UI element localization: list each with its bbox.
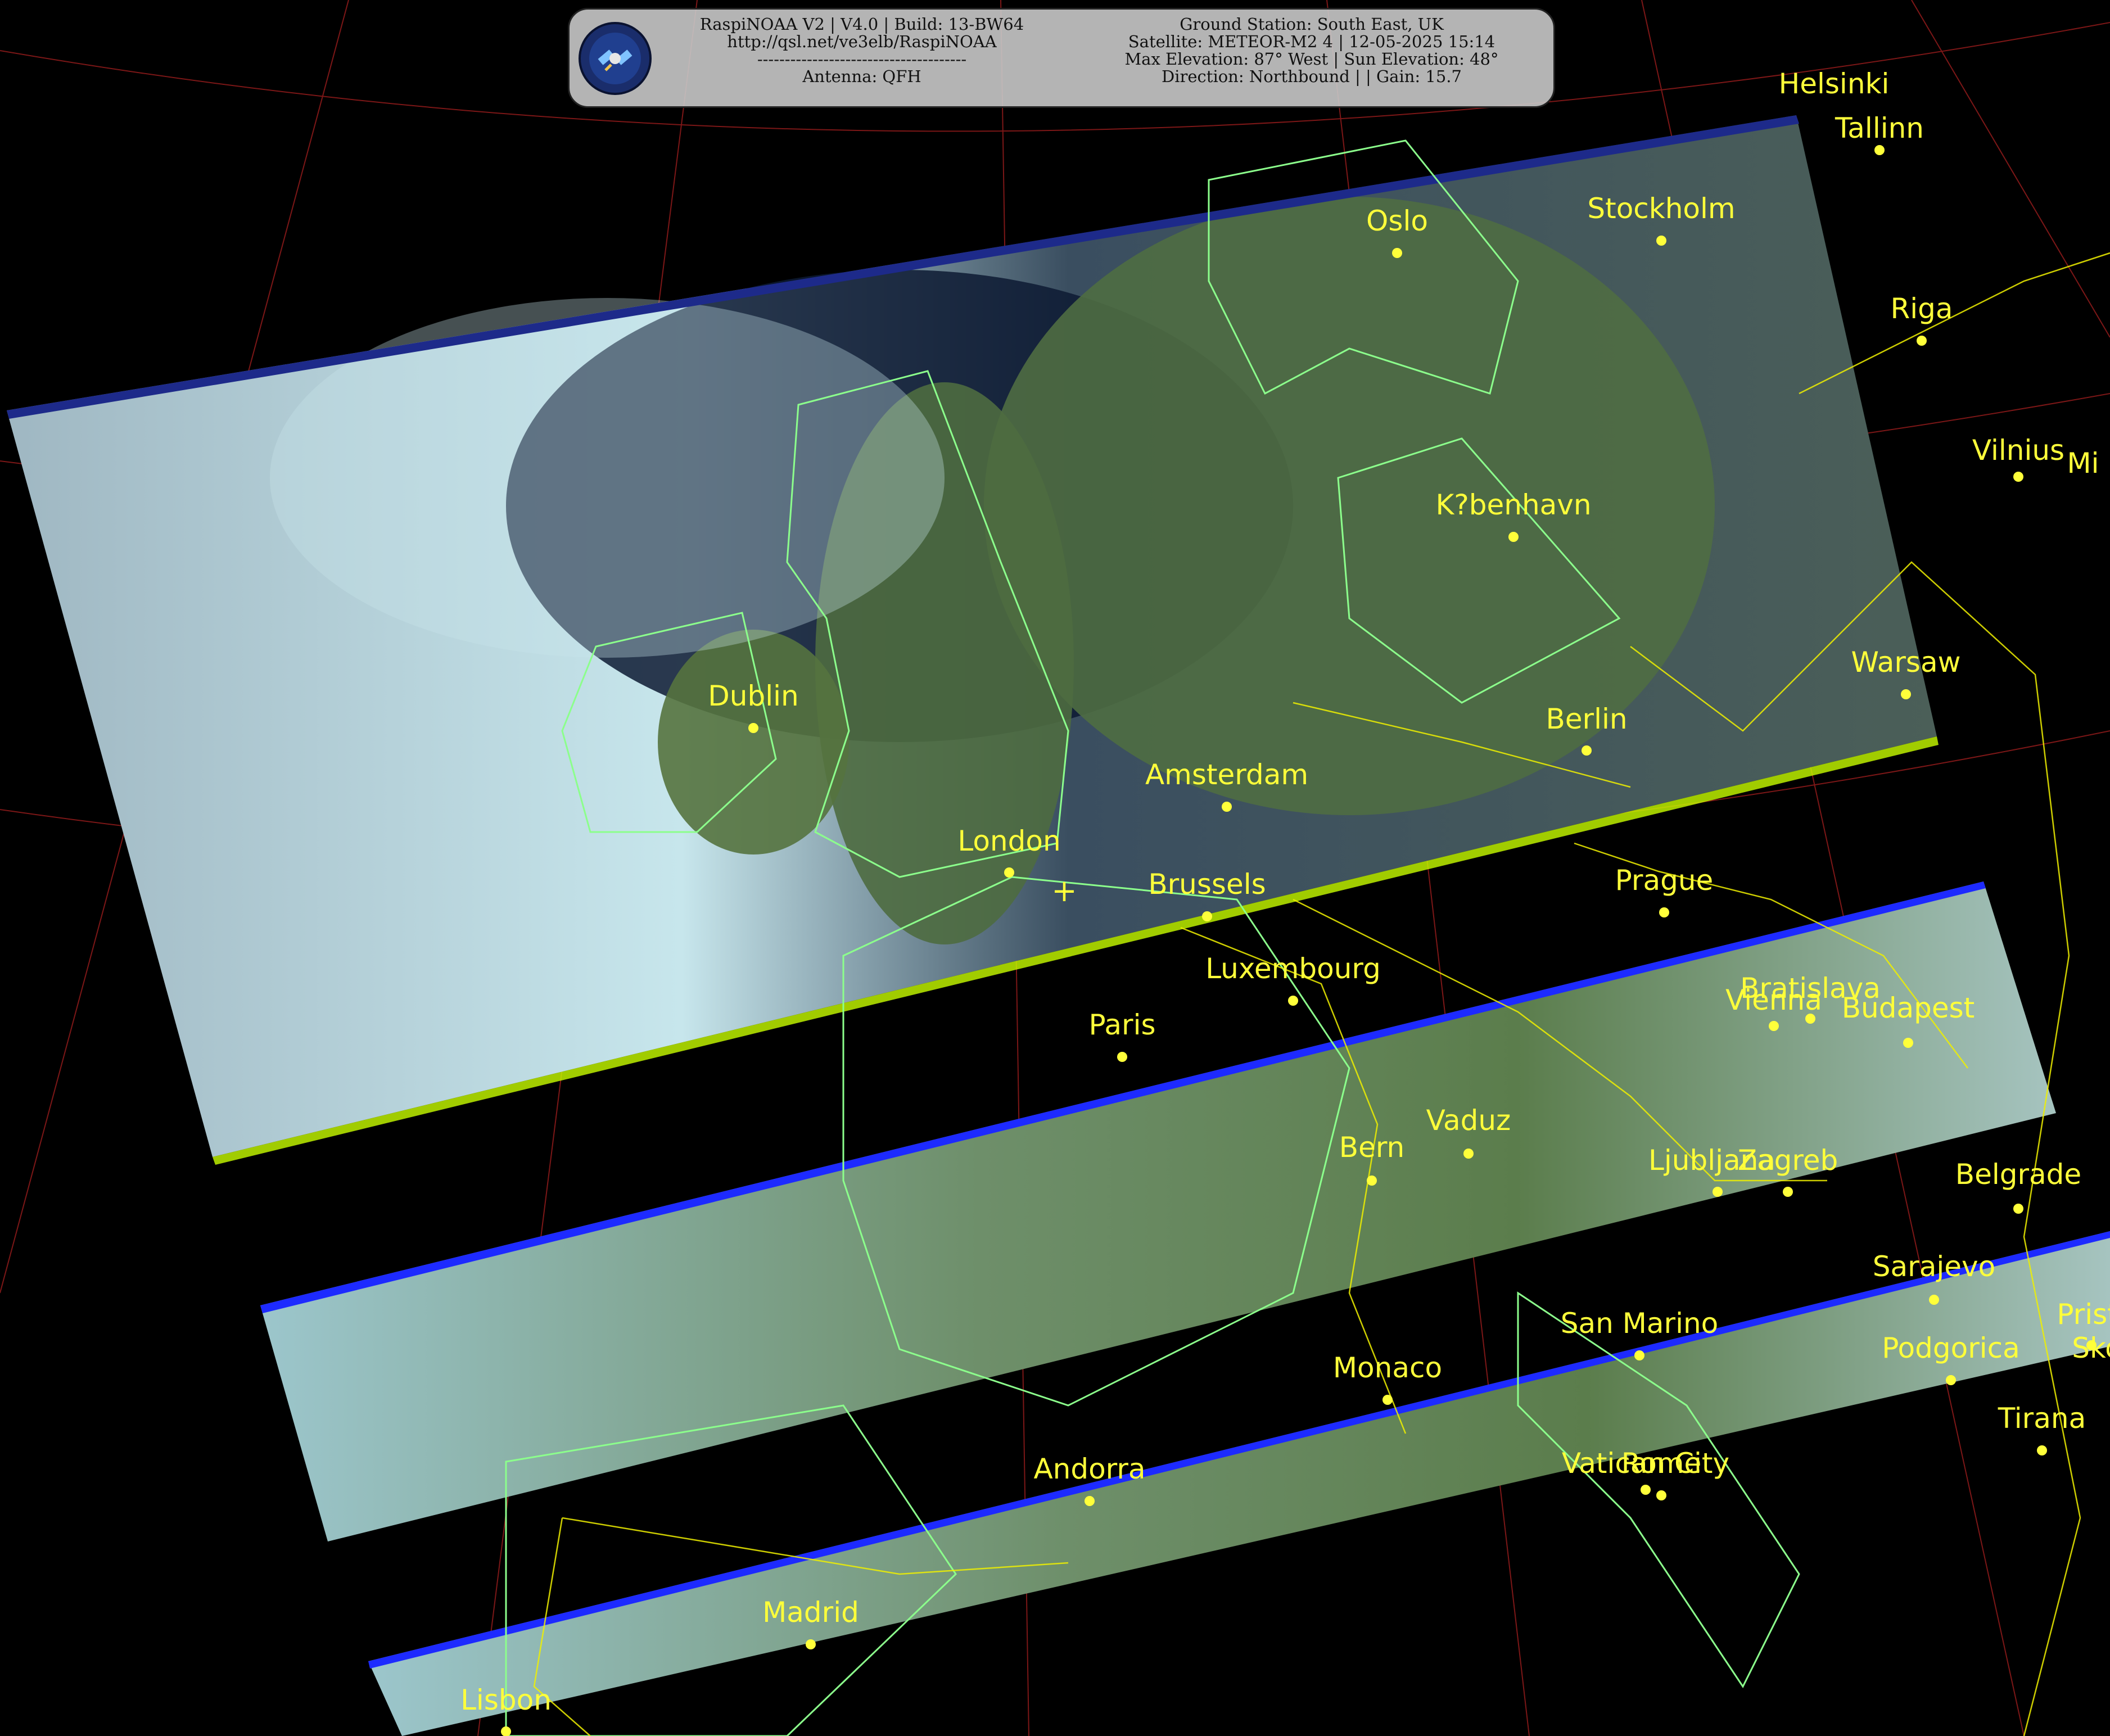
- city-label: Stockholm: [1587, 192, 1735, 225]
- city-marker: [1508, 532, 1519, 542]
- city-marker: [1901, 689, 1911, 699]
- city-label: Sarajevo: [1873, 1250, 1995, 1283]
- city-marker: [1634, 1350, 1644, 1360]
- city-marker: [1656, 1490, 1666, 1500]
- city-label: Berlin: [1546, 703, 1627, 735]
- city-label: Mi: [2067, 447, 2099, 480]
- header-left-line: --------------------------------------: [757, 49, 967, 69]
- city-marker: [1641, 1485, 1651, 1495]
- header-left-column: RaspiNOAA V2 | V4.0 | Build: 13-BW64 htt…: [648, 16, 1076, 85]
- city-label: Dublin: [708, 680, 798, 712]
- city-marker: [1222, 802, 1232, 812]
- city-label: Andorra: [1033, 1453, 1145, 1485]
- city-marker: [1659, 907, 1669, 917]
- city-marker: [1656, 236, 1666, 246]
- city-label: Warsaw: [1851, 646, 1960, 679]
- city-label: K?benhavn: [1435, 489, 1591, 521]
- header-right-line: Max Elevation: 87° West | Sun Elevation:…: [1124, 49, 1499, 69]
- city-label: Rome: [1621, 1447, 1702, 1480]
- satellite-map: + Helsinki Tallinn Oslo Stockholm Riga Vilniu…: [0, 0, 2110, 1736]
- city-label: Vaduz: [1426, 1104, 1511, 1137]
- header-left-line: http://qsl.net/ve3elb/RaspiNOAA: [727, 32, 997, 51]
- city-label: Luxembourg: [1205, 952, 1381, 985]
- city-marker: [1874, 145, 1885, 155]
- city-marker: [1463, 1149, 1474, 1159]
- city-marker: [2037, 1445, 2047, 1455]
- city-marker: [806, 1639, 816, 1649]
- city-label: Prague: [1615, 864, 1714, 897]
- city-marker: [1929, 1295, 1939, 1305]
- city-marker: [1582, 745, 1592, 756]
- city-label: Tallinn: [1835, 112, 1924, 144]
- city-label: Helsinki: [1779, 67, 1890, 100]
- city-label: Budapest: [1842, 992, 1975, 1024]
- city-label: Vienna: [1725, 984, 1822, 1016]
- city-label: Tirana: [1998, 1402, 2086, 1435]
- city-marker: [1117, 1052, 1127, 1062]
- header-right-line: Satellite: METEOR-M2 4 | 12-05-2025 15:1…: [1128, 32, 1495, 51]
- city-marker: [1382, 1395, 1393, 1405]
- header-left-line: RaspiNOAA V2 | V4.0 | Build: 13-BW64: [699, 15, 1024, 34]
- city-marker: [1903, 1038, 1913, 1048]
- city-label: Paris: [1088, 1009, 1155, 1041]
- header-right-line: Ground Station: South East, UK: [1180, 15, 1444, 34]
- city-label: Sko: [2072, 1332, 2110, 1364]
- city-label: Amsterdam: [1145, 758, 1308, 791]
- city-label: Zagreb: [1738, 1144, 1838, 1177]
- city-marker: [1946, 1375, 1956, 1385]
- city-marker: [1713, 1187, 1723, 1197]
- city-marker: [2013, 1204, 2023, 1214]
- city-marker: [1288, 996, 1298, 1006]
- city-marker: [1085, 1496, 1095, 1506]
- city-marker: [1367, 1176, 1377, 1186]
- ground-station-marker: +: [1051, 873, 1077, 908]
- city-label: Riga: [1890, 292, 1953, 325]
- city-marker: [1917, 336, 1927, 346]
- city-marker: [748, 723, 758, 733]
- city-label: San Marino: [1561, 1307, 1718, 1340]
- pass-info-header: RaspiNOAA V2 | V4.0 | Build: 13-BW64 htt…: [568, 8, 1555, 108]
- city-marker: [1392, 248, 1402, 258]
- city-marker: [1783, 1187, 1793, 1197]
- city-label: London: [957, 825, 1060, 857]
- header-right-line: Direction: Northbound | | Gain: 15.7: [1162, 67, 1462, 86]
- city-label: Madrid: [762, 1596, 859, 1629]
- city-label: Monaco: [1333, 1351, 1442, 1384]
- city-label: Podgorica: [1882, 1332, 2020, 1364]
- city-marker: [1202, 911, 1212, 921]
- city-marker: [2013, 472, 2023, 482]
- city-marker: [1004, 867, 1014, 878]
- city-label: Brussels: [1148, 868, 1266, 901]
- header-left-line: Antenna: QFH: [802, 67, 921, 86]
- city-label: Belgrade: [1955, 1158, 2081, 1191]
- header-right-column: Ground Station: South East, UK Satellite…: [1070, 16, 1553, 85]
- city-marker: [501, 1726, 511, 1736]
- city-label: Lisbon: [460, 1684, 552, 1716]
- city-label: Vilnius: [1972, 434, 2064, 467]
- city-label: Pristi: [2057, 1298, 2110, 1331]
- city-label: Bern: [1339, 1131, 1404, 1164]
- city-label: Oslo: [1366, 205, 1428, 237]
- satellite-icon: [579, 22, 652, 95]
- city-marker: [1769, 1021, 1779, 1031]
